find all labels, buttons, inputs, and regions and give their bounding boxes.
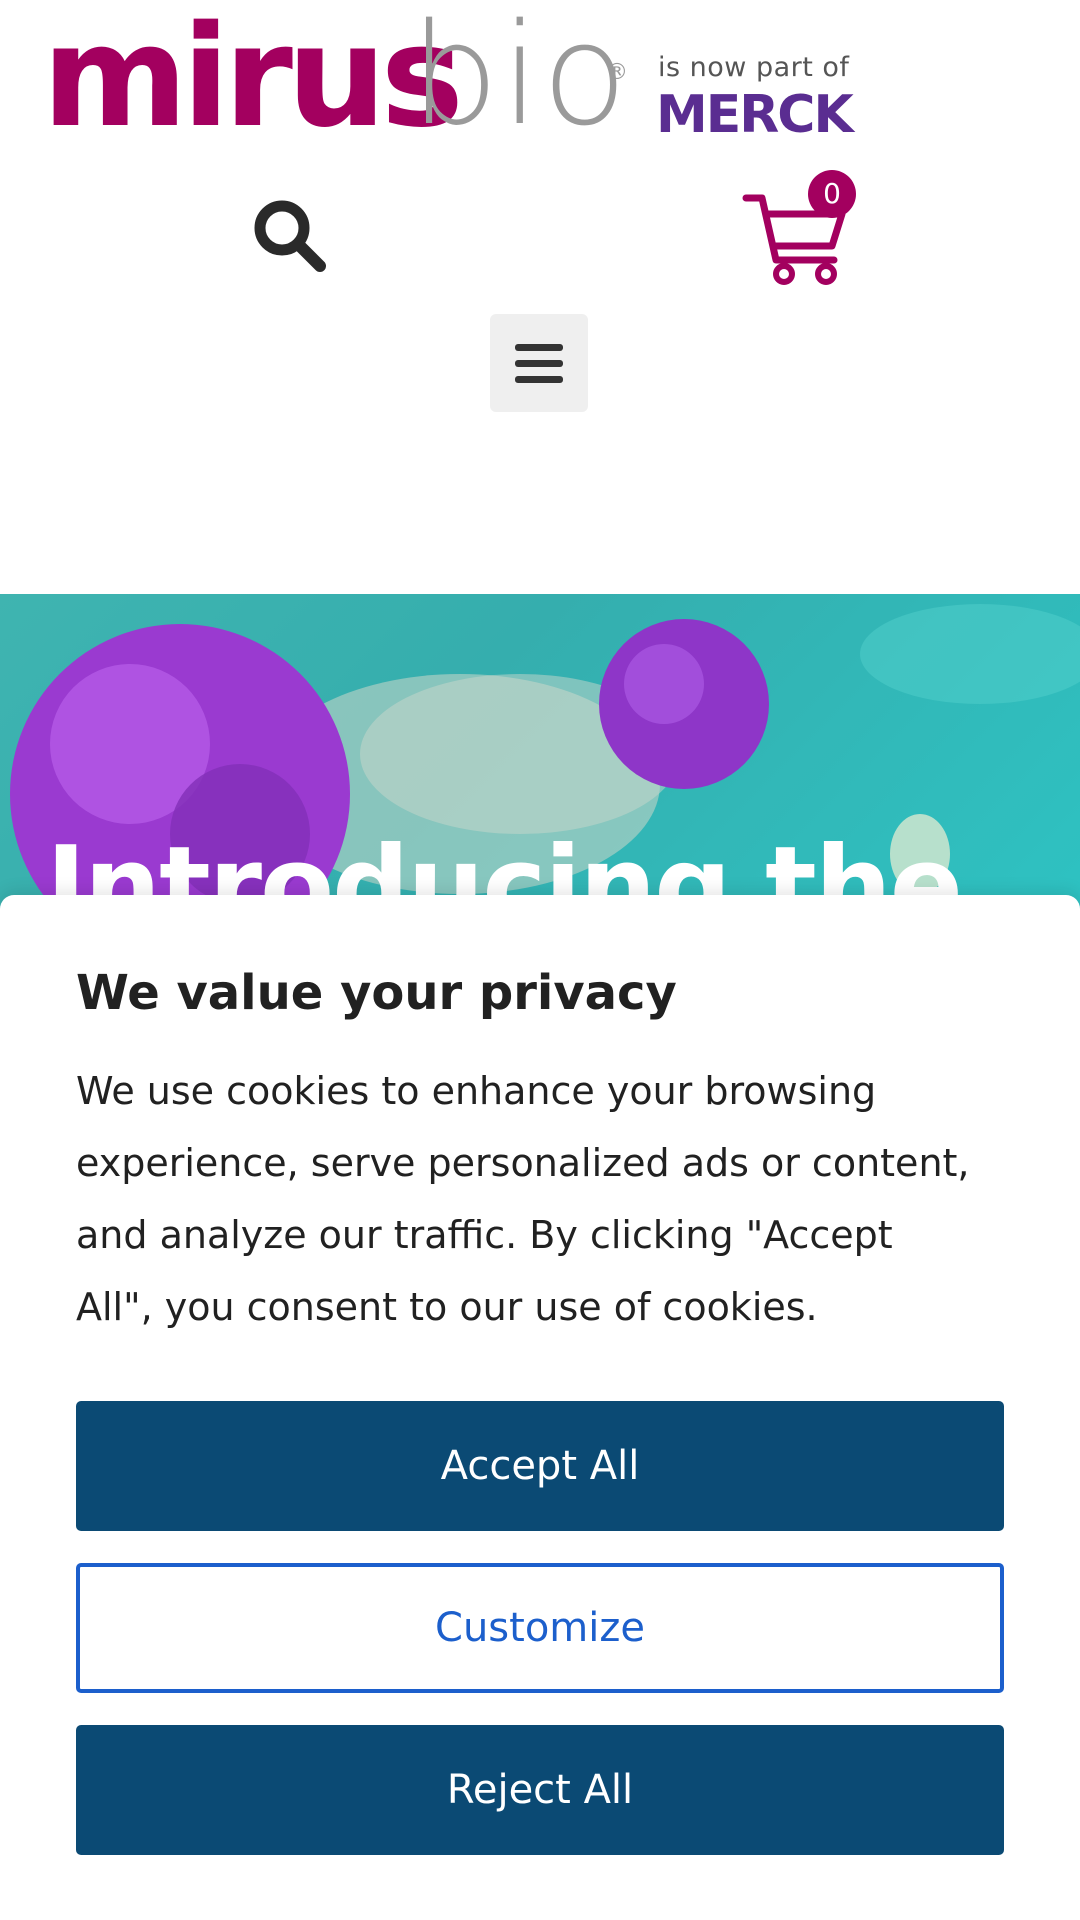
accept-all-button[interactable]: Accept All	[76, 1401, 1004, 1531]
cookie-title: We value your privacy	[76, 965, 677, 1021]
registered-mark: ®	[606, 60, 628, 85]
bio-logo[interactable]: bio	[410, 6, 629, 146]
search-icon	[254, 200, 326, 272]
merck-logo: MERCK	[656, 88, 857, 138]
cart-count-badge: 0	[808, 170, 856, 218]
menu-toggle-button[interactable]	[490, 314, 588, 412]
cookie-description: We use cookies to enhance your browsing …	[76, 1069, 970, 1329]
partof-text: is now part of	[658, 52, 850, 83]
mirus-logo[interactable]: mirus	[42, 8, 464, 148]
hero-banner: Introducing the	[0, 594, 1080, 914]
site-header: mirus bio ® is now part of MERCK 0	[0, 0, 1080, 590]
svg-text:MERCK: MERCK	[656, 88, 855, 138]
customize-button[interactable]: Customize	[76, 1563, 1004, 1693]
cookie-consent-dialog: We value your privacy We use cookies to …	[0, 895, 1080, 1920]
search-button[interactable]	[250, 196, 330, 276]
hamburger-menu-icon	[515, 344, 563, 351]
reject-all-button[interactable]: Reject All	[76, 1725, 1004, 1855]
